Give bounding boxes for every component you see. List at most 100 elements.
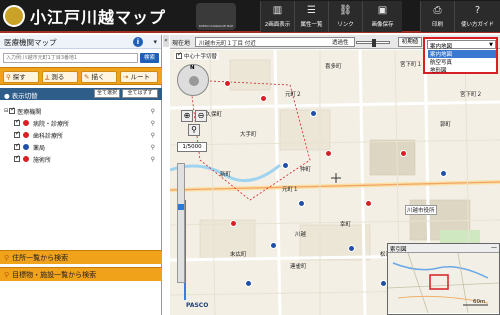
place-label: 川越市役所 [405,205,437,215]
overview-scale: 60m [473,299,486,305]
magnifier-icon[interactable]: ⚲ [151,156,155,163]
chevron-down-icon[interactable]: ▾ [153,38,157,46]
tool-bar: ⚲ 探す ⟂ 測る ✎ 描く ⇢ ルート [0,67,162,85]
pharmacy-marker-icon[interactable] [270,242,277,249]
link-button[interactable]: ⛓ リンク [328,1,362,32]
zoom-slider-knob[interactable] [178,204,184,210]
place-label: 末広町 [230,252,247,258]
draw-tool-button[interactable]: ✎ 描く [81,71,117,83]
info-icon[interactable]: i [133,37,143,47]
hospital-marker-icon[interactable] [325,150,332,157]
pharmacy-marker-icon[interactable] [298,200,305,207]
route-icon: ⇢ [123,73,129,81]
pan-control[interactable]: N [177,64,209,96]
layer-row-hospital: 病院・診療所 ⚲ [4,117,159,129]
basemap-select[interactable]: 案内地図 ▼ [427,40,496,50]
overview-header: 索引図 — [388,244,499,253]
place-label: 新町 [220,172,232,178]
basemap-option[interactable]: 航空写真 [428,58,496,66]
measure-tool-button[interactable]: ⟂ 測る [42,71,78,83]
dental-marker-icon [22,131,30,139]
therapy-marker-icon [22,155,30,163]
split-screen-button[interactable]: ▥ 2画面表示 [260,1,294,32]
minimize-icon[interactable]: — [491,244,497,251]
chevron-down-icon: ▼ [489,42,493,48]
pharmacy-marker-icon[interactable] [348,245,355,252]
pharmacy-marker-icon[interactable] [440,170,447,177]
guide-button[interactable]: ? 使い方ガイド [454,1,500,32]
zoom-in-button[interactable]: ⊕ [181,110,193,122]
app-header: 小江戸川越マップ KOEDO KAWAGOE MAP ▥ 2画面表示 ☰ 属性一覧 … [0,0,500,33]
zoom-area-button[interactable]: ⚲ [188,124,200,136]
search-icon: ⚲ [4,271,10,279]
pharmacy-marker-icon[interactable] [380,280,387,287]
zoom-slider[interactable] [177,163,185,283]
left-panel: 医療機関マップ i ▾ 検索 ⚲探す ⟂測る ✎描く ⇢ルート ●表示切替 全て… [0,35,162,315]
opacity-slider[interactable] [356,39,390,47]
image-save-icon: ▣ [377,5,388,16]
select-all-button[interactable]: 全て選択 [94,89,120,98]
north-indicator: N [190,65,195,71]
place-label: 仲町 [300,167,312,173]
magnifier-icon[interactable]: ⚲ [151,144,155,151]
collapse-panel-button[interactable]: « [163,35,169,47]
overview-map[interactable]: 索引図 — 60m [387,243,500,315]
magnifier-icon[interactable]: ⚲ [151,108,155,115]
print-icon: ⎙ [433,5,442,16]
checkbox[interactable] [14,130,20,138]
magnifier-icon[interactable]: ⚲ [151,120,155,127]
reset-opacity-button[interactable]: 初期値 [398,37,422,47]
search-icon: ⚲ [4,254,10,262]
basemap-option[interactable]: 案内地図 [428,50,496,58]
checkbox[interactable] [9,106,15,114]
location-label: 現在地 [172,40,191,47]
basemap-option[interactable]: 地形図 [428,66,496,74]
search-icon: ⚲ [6,73,11,81]
layer-row-therapy: 施術所 ⚲ [4,153,159,165]
hospital-marker-icon[interactable] [260,95,267,102]
pharmacy-marker-icon[interactable] [282,162,289,169]
layer-row-pharmacy: 薬局 ⚲ [4,141,159,153]
tree-root: ⊟ 医療機関 ⚲ [4,105,159,117]
attribution: PASCO [186,302,209,309]
checkbox[interactable] [14,118,20,126]
hospital-marker-icon [22,119,30,127]
collapse-toggle-icon[interactable]: ⊟ [4,108,8,114]
split-screen-icon: ▥ [272,5,283,16]
find-tool-button[interactable]: ⚲ 探す [3,71,39,83]
address-list-search-button[interactable]: ⚲ 住所一覧から検索 [0,250,162,264]
hospital-marker-icon[interactable] [365,200,372,207]
pharmacy-marker-icon[interactable] [310,110,317,117]
route-tool-button[interactable]: ⇢ ルート [120,71,158,83]
checkbox[interactable] [14,142,20,150]
place-label: 元町１ [282,187,299,193]
search-button[interactable]: 検索 [140,53,159,63]
opacity-slider-knob[interactable] [372,39,376,47]
magnifier-icon[interactable]: ⚲ [151,132,155,139]
hospital-marker-icon[interactable] [230,220,237,227]
city-emblem-icon [3,5,25,27]
hospital-marker-icon[interactable] [400,150,407,157]
address-search-input[interactable] [3,53,138,63]
place-label: 喜多町 [325,64,342,70]
zoom-out-button[interactable]: ⊖ [195,110,207,122]
place-label: 郭町 [440,122,452,128]
place-label: 川越 [295,232,307,238]
clear-all-button[interactable]: 全てはずす [122,89,158,98]
facility-list-search-button[interactable]: ⚲ 目標物・施設一覧から検索 [0,267,162,281]
place-label: 宮下町２ [460,92,483,98]
hospital-marker-icon[interactable] [224,80,231,87]
place-label: 大手町 [240,132,257,138]
ruler-icon: ⟂ [45,73,50,81]
pharmacy-marker-icon[interactable] [245,280,252,287]
print-button[interactable]: ⎙ 印刷 [420,1,454,32]
place-label: 連雀町 [290,264,307,270]
mascot-caption: KOEDO KAWAGOE MAP [198,24,234,28]
guide-icon: ? [474,5,481,16]
image-save-button[interactable]: ▣ 画像保存 [362,1,402,32]
checkbox[interactable] [176,51,182,59]
attribute-list-button[interactable]: ☰ 属性一覧 [294,1,328,32]
crosshair-toggle[interactable]: 中心十字切替 [174,51,220,60]
display-icon: ● [4,92,10,100]
checkbox[interactable] [14,154,20,162]
